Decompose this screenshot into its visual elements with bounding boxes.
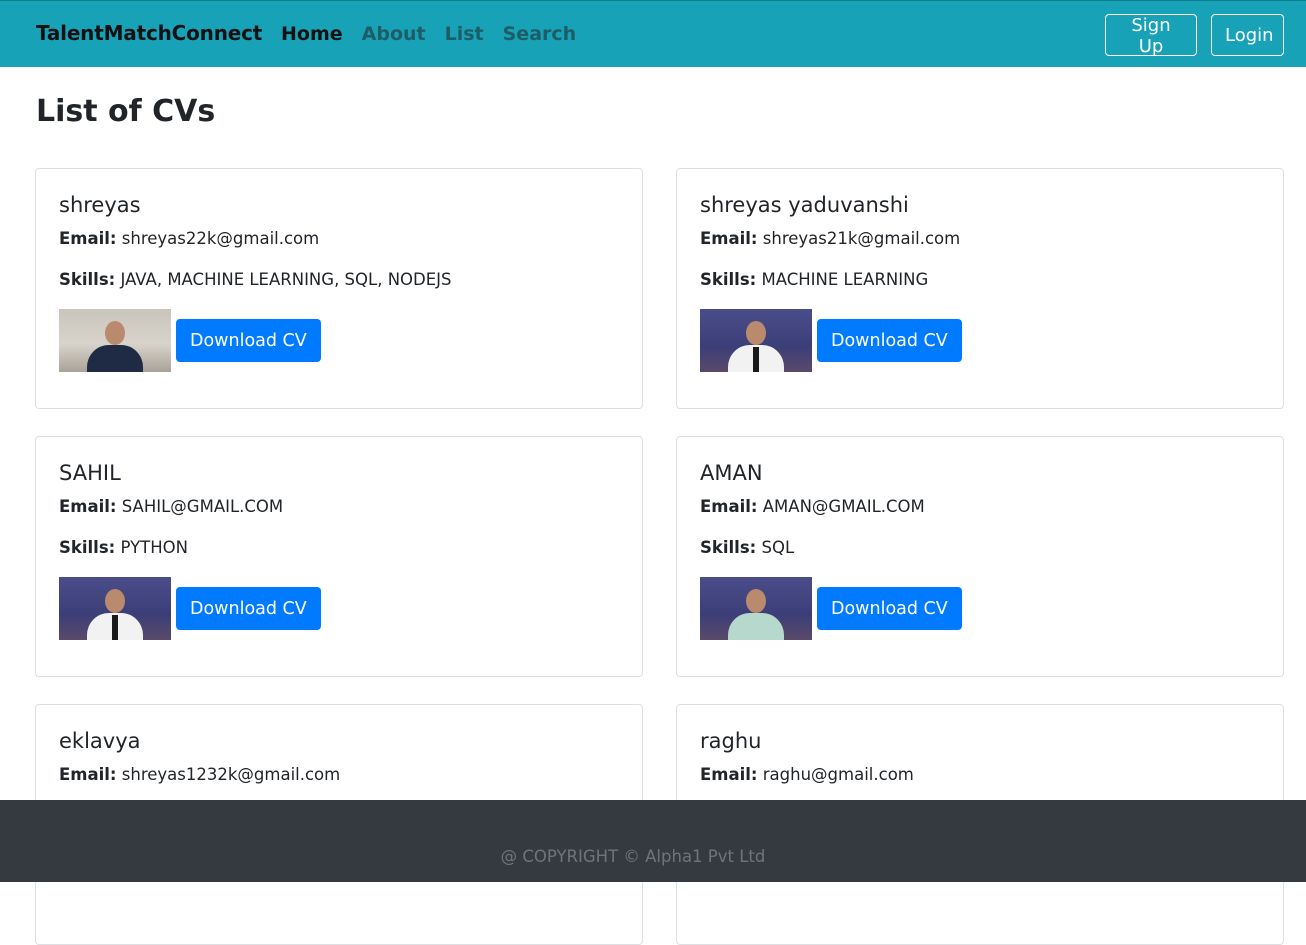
profile-photo (700, 309, 812, 372)
profile-photo (700, 577, 812, 640)
cv-skills: Skills: MACHINE LEARNING (700, 270, 1260, 289)
email-value: shreyas21k@gmail.com (762, 229, 961, 248)
photo-tie-shape (112, 615, 118, 640)
download-cv-button[interactable]: Download CV (176, 587, 321, 630)
cv-actions: Download CV (700, 309, 1260, 372)
email-value: AMAN@GMAIL.COM (762, 497, 925, 516)
profile-photo (59, 309, 171, 372)
skills-label: Skills: (59, 538, 116, 557)
photo-body-shape (728, 613, 784, 640)
cv-email: Email: raghu@gmail.com (700, 765, 1260, 784)
cv-actions: Download CV (59, 577, 619, 640)
email-label: Email: (59, 497, 117, 516)
nav-link-list[interactable]: List (445, 23, 484, 45)
cv-email: Email: shreyas21k@gmail.com (700, 229, 1260, 248)
cv-name: AMAN (700, 461, 763, 485)
nav-link-home[interactable]: Home (281, 23, 343, 45)
cv-card: shreyas Email: shreyas22k@gmail.com Skil… (35, 168, 643, 409)
navbar: TalentMatchConnect Home About List Searc… (0, 0, 1306, 67)
nav-link-search[interactable]: Search (503, 23, 577, 45)
page-title: List of CVs (36, 94, 216, 129)
skills-value: SQL (761, 538, 795, 557)
cv-name: shreyas yaduvanshi (700, 193, 909, 217)
cv-card: AMAN Email: AMAN@GMAIL.COM Skills: SQL D… (676, 436, 1284, 677)
email-value: shreyas22k@gmail.com (121, 229, 320, 248)
email-value: SAHIL@GMAIL.COM (121, 497, 284, 516)
signup-button[interactable]: Sign Up (1105, 14, 1197, 57)
cv-email: Email: AMAN@GMAIL.COM (700, 497, 1260, 516)
photo-tie-shape (753, 347, 759, 372)
photo-head-shape (746, 589, 766, 613)
photo-body-shape (87, 345, 143, 372)
email-value: shreyas1232k@gmail.com (121, 765, 341, 784)
photo-head-shape (746, 321, 766, 345)
nav-link-about[interactable]: About (362, 23, 426, 45)
email-value: raghu@gmail.com (762, 765, 914, 784)
skills-label: Skills: (59, 270, 116, 289)
skills-label: Skills: (700, 270, 757, 289)
brand-logo[interactable]: TalentMatchConnect (36, 21, 262, 45)
cv-card: shreyas yaduvanshi Email: shreyas21k@gma… (676, 168, 1284, 409)
photo-head-shape (105, 321, 125, 345)
email-label: Email: (59, 229, 117, 248)
download-cv-button[interactable]: Download CV (817, 319, 962, 362)
profile-photo (59, 577, 171, 640)
email-label: Email: (700, 497, 758, 516)
cv-actions: Download CV (700, 577, 1260, 640)
nav-links: Home About List Search (281, 23, 595, 45)
footer: @ COPYRIGHT © Alpha1 Pvt Ltd (0, 800, 1306, 882)
cv-skills: Skills: PYTHON (59, 538, 619, 557)
cv-name: SAHIL (59, 461, 121, 485)
copyright-text: @ COPYRIGHT © Alpha1 Pvt Ltd (500, 847, 766, 866)
cv-email: Email: SAHIL@GMAIL.COM (59, 497, 619, 516)
cv-email: Email: shreyas1232k@gmail.com (59, 765, 619, 784)
cv-name: shreyas (59, 193, 141, 217)
cv-name: raghu (700, 729, 762, 753)
cv-card: SAHIL Email: SAHIL@GMAIL.COM Skills: PYT… (35, 436, 643, 677)
cv-email: Email: shreyas22k@gmail.com (59, 229, 619, 248)
skills-value: JAVA, MACHINE LEARNING, SQL, NODEJS (120, 270, 452, 289)
skills-value: MACHINE LEARNING (761, 270, 929, 289)
skills-label: Skills: (700, 538, 757, 557)
skills-value: PYTHON (120, 538, 188, 557)
cv-name: eklavya (59, 729, 141, 753)
login-button[interactable]: Login (1211, 14, 1284, 56)
photo-head-shape (105, 589, 125, 613)
cv-skills: Skills: JAVA, MACHINE LEARNING, SQL, NOD… (59, 270, 619, 289)
email-label: Email: (700, 229, 758, 248)
cv-skills: Skills: SQL (700, 538, 1260, 557)
download-cv-button[interactable]: Download CV (176, 319, 321, 362)
email-label: Email: (59, 765, 117, 784)
cv-actions: Download CV (59, 309, 619, 372)
email-label: Email: (700, 765, 758, 784)
download-cv-button[interactable]: Download CV (817, 587, 962, 630)
